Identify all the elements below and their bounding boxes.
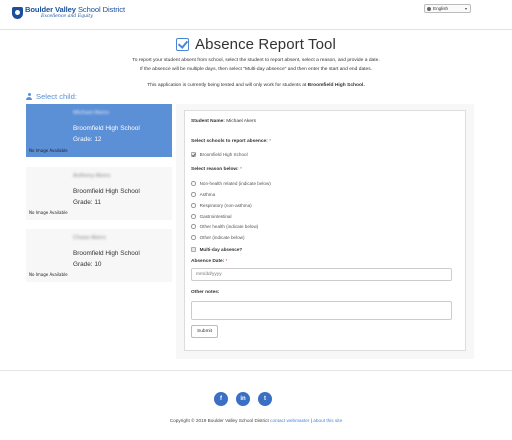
reason-option[interactable]: Asthma: [191, 192, 215, 197]
select-child-heading: Select child:: [26, 92, 77, 101]
student-card[interactable]: Anthony Akers Broomfield High School Gra…: [26, 167, 172, 220]
copyright-label: Copyright © 2019 Boulder Valley School D…: [169, 418, 269, 423]
radio-icon[interactable]: [191, 235, 196, 240]
absence-date-label: Absence Date: *: [191, 259, 228, 264]
student-card[interactable]: Michael Akers Broomfield High School Gra…: [26, 104, 172, 157]
radio-icon[interactable]: [191, 192, 196, 197]
student-name-label: Student Name:: [191, 119, 225, 124]
logo-mark-icon: [12, 7, 23, 19]
site-header: Boulder Valley School District Excellenc…: [0, 0, 512, 30]
student-name-field: Student Name: Michael Akers: [191, 119, 256, 124]
school-checkbox-option[interactable]: Broomfield High School: [191, 152, 248, 157]
student-name: Anthony Akers: [73, 173, 111, 179]
globe-icon: [427, 6, 431, 11]
logo-tagline: Excellence and Equity: [41, 13, 93, 19]
reason-label: Select reason below: *: [191, 167, 242, 172]
student-grade: Grade: 11: [73, 199, 101, 206]
multi-day-label: Multi-day absence?: [199, 247, 243, 252]
reason-option[interactable]: Respiratory (non-asthma): [191, 203, 252, 208]
user-icon: [26, 93, 32, 100]
contact-webmaster-link[interactable]: contact webmaster: [270, 418, 309, 423]
intro-text-1: To report your student absent from schoo…: [132, 58, 380, 63]
required-marker: *: [240, 167, 242, 172]
intro-text-3: This application is currently being test…: [0, 83, 512, 88]
checkbox-icon[interactable]: [191, 247, 196, 252]
student-name: Michael Akers: [73, 110, 110, 116]
student-school: Broomfield High School: [73, 250, 140, 257]
footer-divider: [0, 370, 512, 371]
absence-date-input[interactable]: mm/dd/yyyy: [191, 268, 452, 281]
reason-label-text: Select reason below:: [191, 167, 239, 172]
schools-label-text: Select schools to report absence:: [191, 139, 268, 144]
logo-name: Boulder Valley School District: [25, 6, 125, 14]
linkedin-icon[interactable]: in: [236, 392, 250, 406]
reason-option[interactable]: Other health (indicate below): [191, 224, 258, 229]
student-school: Broomfield High School: [73, 188, 140, 195]
footer-separator: |: [310, 418, 312, 423]
student-grade: Grade: 10: [73, 261, 102, 268]
other-notes-label-text: Other notes:: [191, 290, 220, 295]
reason-option-label: Other (indicate below): [199, 235, 245, 240]
student-photo-placeholder: No Image Available: [29, 272, 68, 277]
intro-text-2: If the absence will be multiple days, th…: [139, 67, 373, 72]
radio-icon[interactable]: [191, 181, 196, 186]
radio-icon[interactable]: [191, 224, 196, 229]
checkbox-checked-icon: [176, 38, 190, 51]
required-marker: *: [269, 139, 271, 144]
multi-day-checkbox[interactable]: Multi-day absence?: [191, 247, 242, 252]
submit-button[interactable]: Submit: [191, 325, 218, 338]
reason-option-label: Non-health related (indicate below): [199, 181, 271, 186]
copyright-text: Copyright © 2019 Boulder Valley School D…: [0, 418, 512, 423]
intro-text-3-prefix: This application is currently being test…: [147, 83, 307, 88]
reason-option-label: Respiratory (non-asthma): [199, 203, 252, 208]
radio-icon[interactable]: [191, 203, 196, 208]
language-value: English: [433, 6, 449, 11]
reason-option[interactable]: Other (indicate below): [191, 235, 245, 240]
checkbox-checked-icon[interactable]: [191, 152, 196, 157]
student-photo-placeholder: No Image Available: [29, 148, 68, 153]
student-name: Chase Akers: [73, 235, 106, 241]
reason-option[interactable]: Non-health related (indicate below): [191, 181, 271, 186]
school-option-label: Broomfield High School: [199, 152, 248, 157]
twitter-icon[interactable]: t: [258, 392, 272, 406]
facebook-icon[interactable]: f: [214, 392, 228, 406]
chevron-down-icon: [465, 8, 467, 10]
student-school: Broomfield High School: [73, 125, 140, 132]
reason-option-label: Other health (indicate below): [199, 224, 259, 229]
language-select[interactable]: English: [424, 4, 471, 13]
radio-icon[interactable]: [191, 214, 196, 219]
student-card[interactable]: Chase Akers Broomfield High School Grade…: [26, 229, 172, 282]
page-title-row: Absence Report Tool: [0, 36, 512, 53]
other-notes-textarea[interactable]: [191, 301, 452, 320]
student-name-value: Michael Akers: [226, 119, 257, 124]
reason-option[interactable]: Gastrointestinal: [191, 214, 232, 219]
intro-text-3-school: Broomfield High School.: [307, 83, 365, 88]
required-marker: *: [225, 259, 228, 264]
student-photo-placeholder: No Image Available: [29, 210, 68, 215]
student-grade: Grade: 12: [73, 136, 102, 143]
select-child-label: Select child:: [36, 92, 77, 101]
reason-option-label: Asthma: [199, 192, 216, 197]
logo-name-thin: School District: [77, 5, 125, 14]
schools-label: Select schools to report absence: *: [191, 139, 271, 144]
absence-date-label-text: Absence Date:: [191, 259, 225, 264]
about-site-link[interactable]: about this site: [313, 418, 342, 423]
other-notes-label: Other notes:: [191, 290, 220, 295]
page-title: Absence Report Tool: [195, 36, 336, 53]
reason-option-label: Gastrointestinal: [199, 214, 232, 219]
district-logo[interactable]: Boulder Valley School District Excellenc…: [12, 6, 125, 19]
logo-name-bold: Boulder Valley: [25, 5, 76, 14]
